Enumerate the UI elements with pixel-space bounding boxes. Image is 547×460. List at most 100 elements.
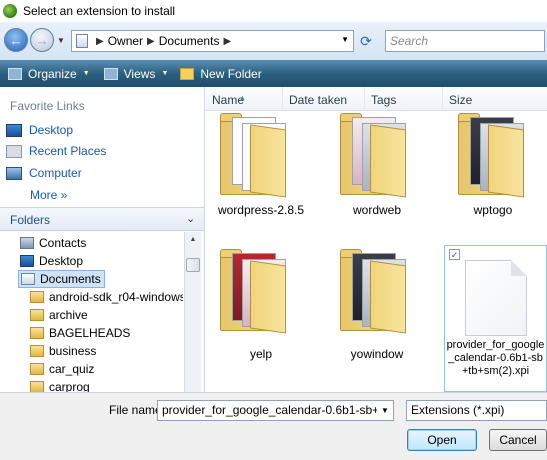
organize-label: Organize [28, 66, 77, 81]
more-label: More [30, 188, 58, 202]
views-menu[interactable]: Views ▼ [103, 66, 169, 81]
tree-item-car-quiz[interactable]: car_quiz [30, 360, 94, 378]
file-name-value: provider_for_google_calendar-0.6b1-sb+tb… [162, 403, 394, 417]
folder-icon [30, 381, 44, 392]
favorite-link-computer[interactable]: Computer [6, 166, 82, 180]
chevron-down-icon[interactable]: ▼ [377, 401, 393, 420]
file-name: yowindow [350, 347, 404, 361]
chevron-down-icon: ▼ [161, 70, 169, 77]
refresh-icon[interactable]: ⟳ [358, 33, 374, 49]
views-label: Views [123, 66, 156, 81]
double-chevron-icon: » [60, 188, 68, 202]
folder-icon [340, 249, 406, 334]
file-tile-yelp[interactable]: yelp [206, 245, 316, 365]
sort-caret-icon: ▲ [239, 95, 246, 102]
organize-icon [8, 67, 22, 80]
column-header-label: Size [449, 93, 473, 107]
tree-item-business[interactable]: business [30, 342, 96, 360]
file-name-input[interactable]: provider_for_google_calendar-0.6b1-sb+tb… [157, 400, 394, 421]
favorite-link-recent-places[interactable]: Recent Places [6, 144, 106, 158]
recent-places-icon [6, 144, 22, 158]
title-bar: Select an extension to install [0, 0, 547, 22]
document-icon [465, 260, 527, 336]
chevron-down-icon: ⌄ [186, 213, 196, 225]
file-tile-wptogo[interactable]: wptogo [438, 111, 547, 221]
folders-heading: Folders [10, 213, 51, 227]
folder-icon [30, 291, 44, 303]
tree-item-label: carprog [49, 380, 90, 392]
views-icon [103, 67, 118, 80]
column-header-name[interactable]: ▲ Name [206, 87, 283, 111]
folder-tree-scrollbar[interactable]: ▲ [184, 232, 201, 392]
folders-header[interactable]: Folders ⌄ [0, 207, 204, 231]
organize-menu[interactable]: Organize ▼ [8, 67, 90, 81]
file-name: provider_for_google_calendar-0.6b1-sb+tb… [446, 339, 545, 377]
computer-icon [6, 166, 22, 180]
folder-icon [220, 249, 286, 334]
chevron-down-icon: ▼ [82, 70, 90, 77]
checkbox-checked-icon[interactable]: ✓ [449, 249, 460, 260]
cancel-button[interactable]: Cancel [489, 429, 547, 451]
file-tile-provider-xpi[interactable]: ✓ provider_for_google_calendar-0.6b1-sb+… [444, 245, 547, 392]
back-arrow-icon: ← [9, 32, 23, 48]
tree-item-contacts[interactable]: Contacts [20, 234, 86, 252]
forward-arrow-icon: → [35, 32, 49, 48]
tree-item-carprog[interactable]: carprog [30, 378, 90, 392]
tree-item-label: Contacts [39, 236, 87, 250]
scroll-up-arrow-icon[interactable]: ▲ [185, 232, 201, 248]
folder-tree: Contacts Desktop Documents android-sdk_r… [0, 232, 183, 392]
column-header-size[interactable]: Size [443, 87, 547, 111]
recent-pages-dropdown[interactable]: ▼ [57, 36, 65, 45]
tree-item-label: car_quiz [49, 362, 95, 376]
favorite-link-desktop[interactable]: Desktop [6, 123, 73, 137]
chevron-right-icon[interactable]: ▶ [223, 36, 231, 47]
forward-button[interactable]: → [30, 28, 54, 52]
scroll-thumb[interactable] [186, 258, 200, 272]
folder-icon [30, 309, 44, 321]
address-dropdown[interactable]: ▼ [341, 35, 349, 44]
tree-item-label: android-sdk_r04-windows [49, 290, 183, 304]
back-button[interactable]: ← [4, 28, 28, 52]
navigation-pane: Favorite Links Desktop Recent Places Com… [0, 87, 205, 392]
folder-icon [220, 113, 286, 198]
new-folder-label: New Folder [200, 66, 262, 81]
new-folder-button[interactable]: New Folder [180, 66, 262, 81]
file-type-select[interactable]: Extensions (*.xpi) [406, 400, 547, 421]
column-headers: ▲ Name Date taken Tags Size [206, 87, 547, 111]
new-folder-icon [180, 67, 195, 80]
folder-icon [340, 113, 406, 198]
tree-item-documents[interactable]: Documents [18, 270, 105, 288]
search-input[interactable]: Search [385, 30, 545, 52]
file-tile-wordpress[interactable]: wordpress-2.8.5 [206, 111, 316, 221]
tree-item-label: Documents [40, 272, 101, 286]
tree-item-archive[interactable]: archive [30, 306, 88, 324]
desktop-icon [6, 123, 22, 137]
breadcrumb-documents[interactable]: Documents [159, 34, 220, 48]
tree-item-desktop[interactable]: Desktop [20, 252, 83, 270]
tree-item-bagelheads[interactable]: BAGELHEADS [30, 324, 130, 342]
file-name: yelp [249, 347, 272, 361]
file-tile-yowindow[interactable]: yowindow [322, 245, 432, 365]
favorite-link-label: Computer [29, 166, 82, 180]
dialog-footer: File name: provider_for_google_calendar-… [0, 392, 547, 460]
address-bar[interactable]: ▶ Owner ▶ Documents ▶ ▼ [71, 30, 354, 52]
location-icon [76, 34, 88, 48]
folder-icon [30, 345, 44, 357]
file-name: wordweb [352, 203, 402, 217]
chevron-right-icon[interactable]: ▶ [96, 36, 104, 47]
breadcrumb-owner[interactable]: Owner [108, 34, 143, 48]
desktop-icon [20, 255, 34, 267]
favorite-link-label: Recent Places [29, 144, 107, 158]
folder-icon [30, 363, 44, 375]
favorite-links-heading: Favorite Links [10, 99, 85, 113]
column-header-date-taken[interactable]: Date taken [283, 87, 365, 111]
folder-icon [30, 327, 44, 339]
tree-item-android-sdk[interactable]: android-sdk_r04-windows [30, 288, 183, 306]
open-button[interactable]: Open [407, 429, 477, 451]
chevron-right-icon[interactable]: ▶ [147, 36, 155, 47]
column-header-tags[interactable]: Tags [365, 87, 443, 111]
file-tile-wordweb[interactable]: wordweb [322, 111, 432, 221]
address-row: ← → ▼ ▶ Owner ▶ Documents ▶ ▼ ⟳ Search [0, 22, 547, 60]
more-links-button[interactable]: More » [30, 188, 67, 202]
file-type-value: Extensions (*.xpi) [411, 403, 505, 417]
